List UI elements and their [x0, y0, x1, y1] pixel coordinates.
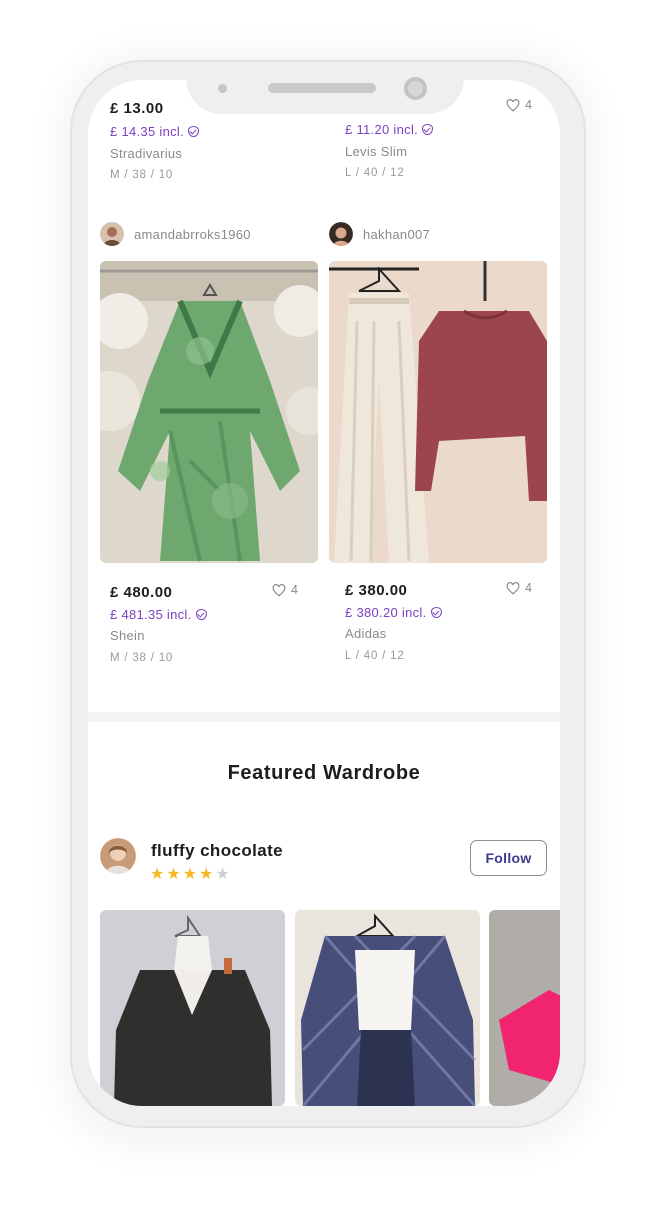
seller-username: hakhan007	[363, 226, 431, 242]
star-icon: ★	[150, 866, 165, 883]
wardrobe-item-image[interactable]	[100, 910, 285, 1106]
product-price: £ 480.00	[110, 584, 173, 601]
wardrobe-item-image[interactable]	[489, 910, 560, 1106]
product-price: £ 380.00	[345, 582, 408, 599]
heart-icon	[506, 98, 520, 112]
product-brand: Levis Slim	[345, 144, 408, 159]
product-brand: Adidas	[345, 626, 387, 641]
product-brand: Shein	[110, 628, 145, 643]
like-button[interactable]: 4	[506, 581, 532, 595]
product-size: L / 40 / 12	[345, 650, 405, 662]
price-incl-text: £ 380.20 incl.	[345, 605, 427, 620]
seller-row[interactable]: hakhan007	[329, 222, 430, 246]
seller-row[interactable]: amandabrroks1960	[100, 222, 251, 246]
like-button[interactable]: 4	[272, 583, 298, 597]
phone-speaker	[268, 83, 376, 93]
product-brand: Stradivarius	[110, 146, 183, 161]
shield-check-icon	[188, 126, 200, 137]
avatar[interactable]	[100, 838, 136, 874]
avatar	[100, 222, 124, 246]
shield-check-icon	[430, 607, 442, 618]
price-incl-text: £ 11.20 incl.	[345, 122, 419, 137]
phone-camera	[404, 77, 427, 100]
seller-name[interactable]: fluffy chocolate	[151, 841, 283, 861]
product-size: M / 38 / 10	[110, 169, 174, 181]
price-incl-text: £ 481.35 incl.	[110, 607, 192, 622]
section-title: Featured Wardrobe	[227, 762, 421, 784]
product-price-incl: £ 11.20 incl.	[345, 122, 434, 137]
product-price: £ 13.00	[110, 100, 164, 117]
like-count: 4	[525, 581, 532, 595]
star-icon: ★	[199, 866, 214, 883]
featured-wardrobe-section: Featured Wardrobe fluffy chocolate ★ ★ ★…	[88, 722, 560, 1106]
heart-icon	[272, 583, 286, 597]
star-icon: ★	[166, 866, 181, 883]
seller-rating: ★ ★ ★ ★ ★	[150, 867, 230, 883]
shield-check-icon	[195, 609, 207, 620]
phone-sensor	[218, 84, 227, 93]
shield-check-icon	[422, 124, 434, 135]
app-screen: £ 13.00 £ 14.35 incl. Stradivarius M / 3…	[88, 80, 560, 1106]
avatar	[329, 222, 353, 246]
product-image-green-dress[interactable]	[100, 261, 318, 563]
product-price-incl: £ 14.35 incl.	[110, 124, 200, 139]
heart-icon	[506, 581, 520, 595]
product-price-incl: £ 380.20 incl.	[345, 605, 442, 620]
product-image-knit-set[interactable]	[329, 261, 547, 563]
like-count: 4	[525, 98, 532, 112]
like-button[interactable]: 4	[506, 98, 532, 112]
price-incl-text: £ 14.35 incl.	[110, 124, 185, 139]
star-icon: ★	[215, 866, 230, 883]
product-feed: £ 13.00 £ 14.35 incl. Stradivarius M / 3…	[88, 80, 560, 712]
seller-username: amandabrroks1960	[134, 226, 251, 242]
star-icon: ★	[182, 866, 198, 883]
product-size: L / 40 / 12	[345, 167, 405, 179]
like-count: 4	[291, 583, 298, 597]
product-price-incl: £ 481.35 incl.	[110, 607, 207, 622]
follow-button[interactable]: Follow	[470, 840, 547, 876]
wardrobe-item-image[interactable]	[295, 910, 480, 1106]
product-size: M / 38 / 10	[110, 652, 174, 664]
